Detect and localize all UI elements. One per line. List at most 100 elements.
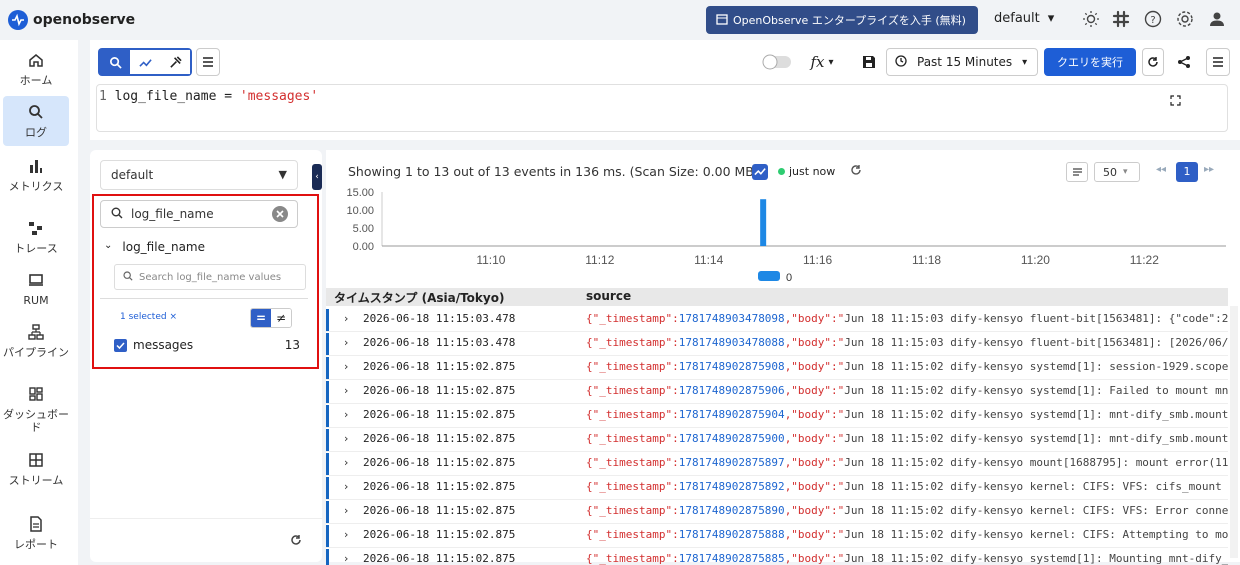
sidebar-item-dashboards[interactable]: ダッシュボード [3,386,69,434]
sidebar-item-reports[interactable]: レポート [3,516,69,556]
status-dot-icon [778,168,785,175]
table-row[interactable]: › 2026-06-18 11:15:02.875 {"_timestamp":17… [326,380,1228,404]
table-row[interactable]: › 2026-06-18 11:15:02.875 {"_timestamp":17… [326,404,1228,428]
chevron-right-icon[interactable]: › [344,408,348,421]
chevron-right-icon[interactable]: › [344,528,348,541]
table-row[interactable]: › 2026-06-18 11:15:02.875 {"_timestamp":17… [326,500,1228,524]
row-indicator [326,477,329,499]
sidebar-item-label: ダッシュボード [3,408,69,434]
histogram-toggle-icon[interactable] [752,164,768,180]
column-header-source[interactable]: source [586,289,631,303]
sidebar-item-logs[interactable]: ログ [3,96,69,146]
sidebar-item-label: メトリクス [8,180,64,193]
menu-icon[interactable] [196,48,220,76]
search-icon [3,104,69,124]
query-editor[interactable]: 1 log_file_name = 'messages' [96,84,1228,132]
refresh-icon[interactable] [850,164,862,179]
table-row[interactable]: › 2026-06-18 11:15:02.875 {"_timestamp":17… [326,356,1228,380]
refresh-status: just now [778,165,835,178]
settings-gear-icon[interactable] [1174,8,1196,30]
user-icon[interactable] [1206,8,1228,30]
table-row[interactable]: › 2026-06-18 11:15:02.875 {"_timestamp":17… [326,548,1228,565]
page-button[interactable]: 1 [1176,162,1198,182]
chevron-right-icon[interactable]: › [344,336,348,349]
chevron-right-icon[interactable]: › [344,432,348,445]
sidebar-item-metrics[interactable]: メトリクス [3,158,69,206]
y-tick-label: 15.00 [346,188,374,199]
histogram-chart: 15.00 10.00 5.00 0.00 11:10 11:12 11:14 11:16 11… [346,188,1226,284]
help-icon[interactable]: ? [1142,8,1164,30]
caret-down-icon: ▾ [1123,167,1128,177]
query-operator: = [224,89,233,104]
row-timestamp: 2026-06-18 11:15:03.478 [363,312,516,325]
selected-count[interactable]: 1 selected × [120,312,177,322]
sidebar-item-label: トレース [14,242,58,255]
chevron-right-icon[interactable]: › [344,552,348,565]
checkbox-checked-icon[interactable] [114,338,127,352]
row-timestamp: 2026-06-18 11:15:02.875 [363,552,516,565]
column-header-timestamp[interactable]: タイムスタンプ (Asia/Tokyo) [334,289,504,306]
sidebar-item-label: ストリーム [8,474,64,487]
table-row[interactable]: › 2026-06-18 11:15:02.875 {"_timestamp":17… [326,428,1228,452]
field-value-item[interactable]: messages 13 [114,338,300,352]
build-mode-icon[interactable] [160,50,190,74]
app-logo[interactable]: openobserve [8,10,135,30]
filter-mode-toggle: = ≠ [250,308,292,328]
clear-icon[interactable] [271,205,289,226]
sidebar-item-traces[interactable]: トレース [3,220,69,258]
fx-label: fx [810,53,825,71]
function-button[interactable]: fx ▾ [802,48,842,76]
collapse-panel-icon[interactable]: ‹ [312,164,322,190]
slack-icon[interactable] [1110,8,1132,30]
field-search-input[interactable]: log_file_name [100,200,298,228]
toggle-switch[interactable] [762,48,792,76]
chevron-right-icon[interactable]: › [344,480,348,493]
chevron-right-icon[interactable]: › [344,312,348,325]
chevron-right-icon[interactable]: › [344,456,348,469]
table-row[interactable]: › 2026-06-18 11:15:02.875 {"_timestamp":17… [326,452,1228,476]
page-size-select[interactable]: 50 ▾ [1094,162,1140,182]
next-page-icon[interactable]: ▸▸ [1204,164,1214,175]
store-icon [716,13,728,28]
enterprise-promo-button[interactable]: OpenObserve エンタープライズを入手 (無料) [706,6,978,34]
vertical-scrollbar[interactable] [1230,306,1238,558]
row-source: {"_timestamp":1781748902875888,"body":"J… [586,528,1228,541]
table-row[interactable]: › 2026-06-18 11:15:03.478 {"_timestamp":17… [326,332,1228,356]
app-name: openobserve [33,12,136,28]
more-menu-icon[interactable] [1206,48,1230,76]
chevron-right-icon[interactable]: › [344,384,348,397]
x-tick-label: 11:12 [585,253,614,267]
value-name: messages [133,338,194,352]
stream-selector[interactable]: default ▼ [100,160,298,190]
sidebar-item-rum[interactable]: RUM [3,272,69,308]
reset-icon[interactable] [290,534,302,549]
chevron-right-icon[interactable]: › [344,504,348,517]
results-panel: Showing 1 to 13 out of 13 events in 136 … [326,150,1240,565]
share-icon[interactable] [1170,48,1198,76]
search-mode-icon[interactable] [100,56,130,69]
table-row[interactable]: › 2026-06-18 11:15:03.478 {"_timestamp":17… [326,308,1228,332]
sidebar-item-pipelines[interactable]: パイプライン [3,324,69,372]
include-button[interactable]: = [251,309,271,327]
dashboard-icon [3,386,69,406]
fullscreen-icon[interactable] [1170,95,1181,110]
table-row[interactable]: › 2026-06-18 11:15:02.875 {"_timestamp":17… [326,476,1228,500]
wrap-icon[interactable] [1066,162,1088,182]
prev-page-icon[interactable]: ◂◂ [1156,164,1166,175]
row-timestamp: 2026-06-18 11:15:02.875 [363,528,516,541]
save-icon[interactable] [858,48,880,76]
org-selector[interactable]: default ▾ [994,11,1054,26]
theme-sun-icon[interactable] [1080,8,1102,30]
exclude-button[interactable]: ≠ [271,309,291,327]
run-query-button[interactable]: クエリを実行 [1044,48,1136,76]
field-values-search[interactable]: Search log_file_name values [114,264,306,290]
sidebar-item-home[interactable]: ホーム [3,52,69,92]
chevron-right-icon[interactable]: › [344,360,348,373]
refresh-icon[interactable] [1142,48,1164,76]
time-range-selector[interactable]: Past 15 Minutes ▾ [886,48,1038,76]
sidebar-item-streams[interactable]: ストリーム [3,452,69,500]
field-expander[interactable]: ⌄ log_file_name [104,240,205,254]
table-row[interactable]: › 2026-06-18 11:15:02.875 {"_timestamp":17… [326,524,1228,548]
visualize-mode-icon[interactable] [130,50,160,74]
x-tick-label: 11:16 [803,253,832,267]
